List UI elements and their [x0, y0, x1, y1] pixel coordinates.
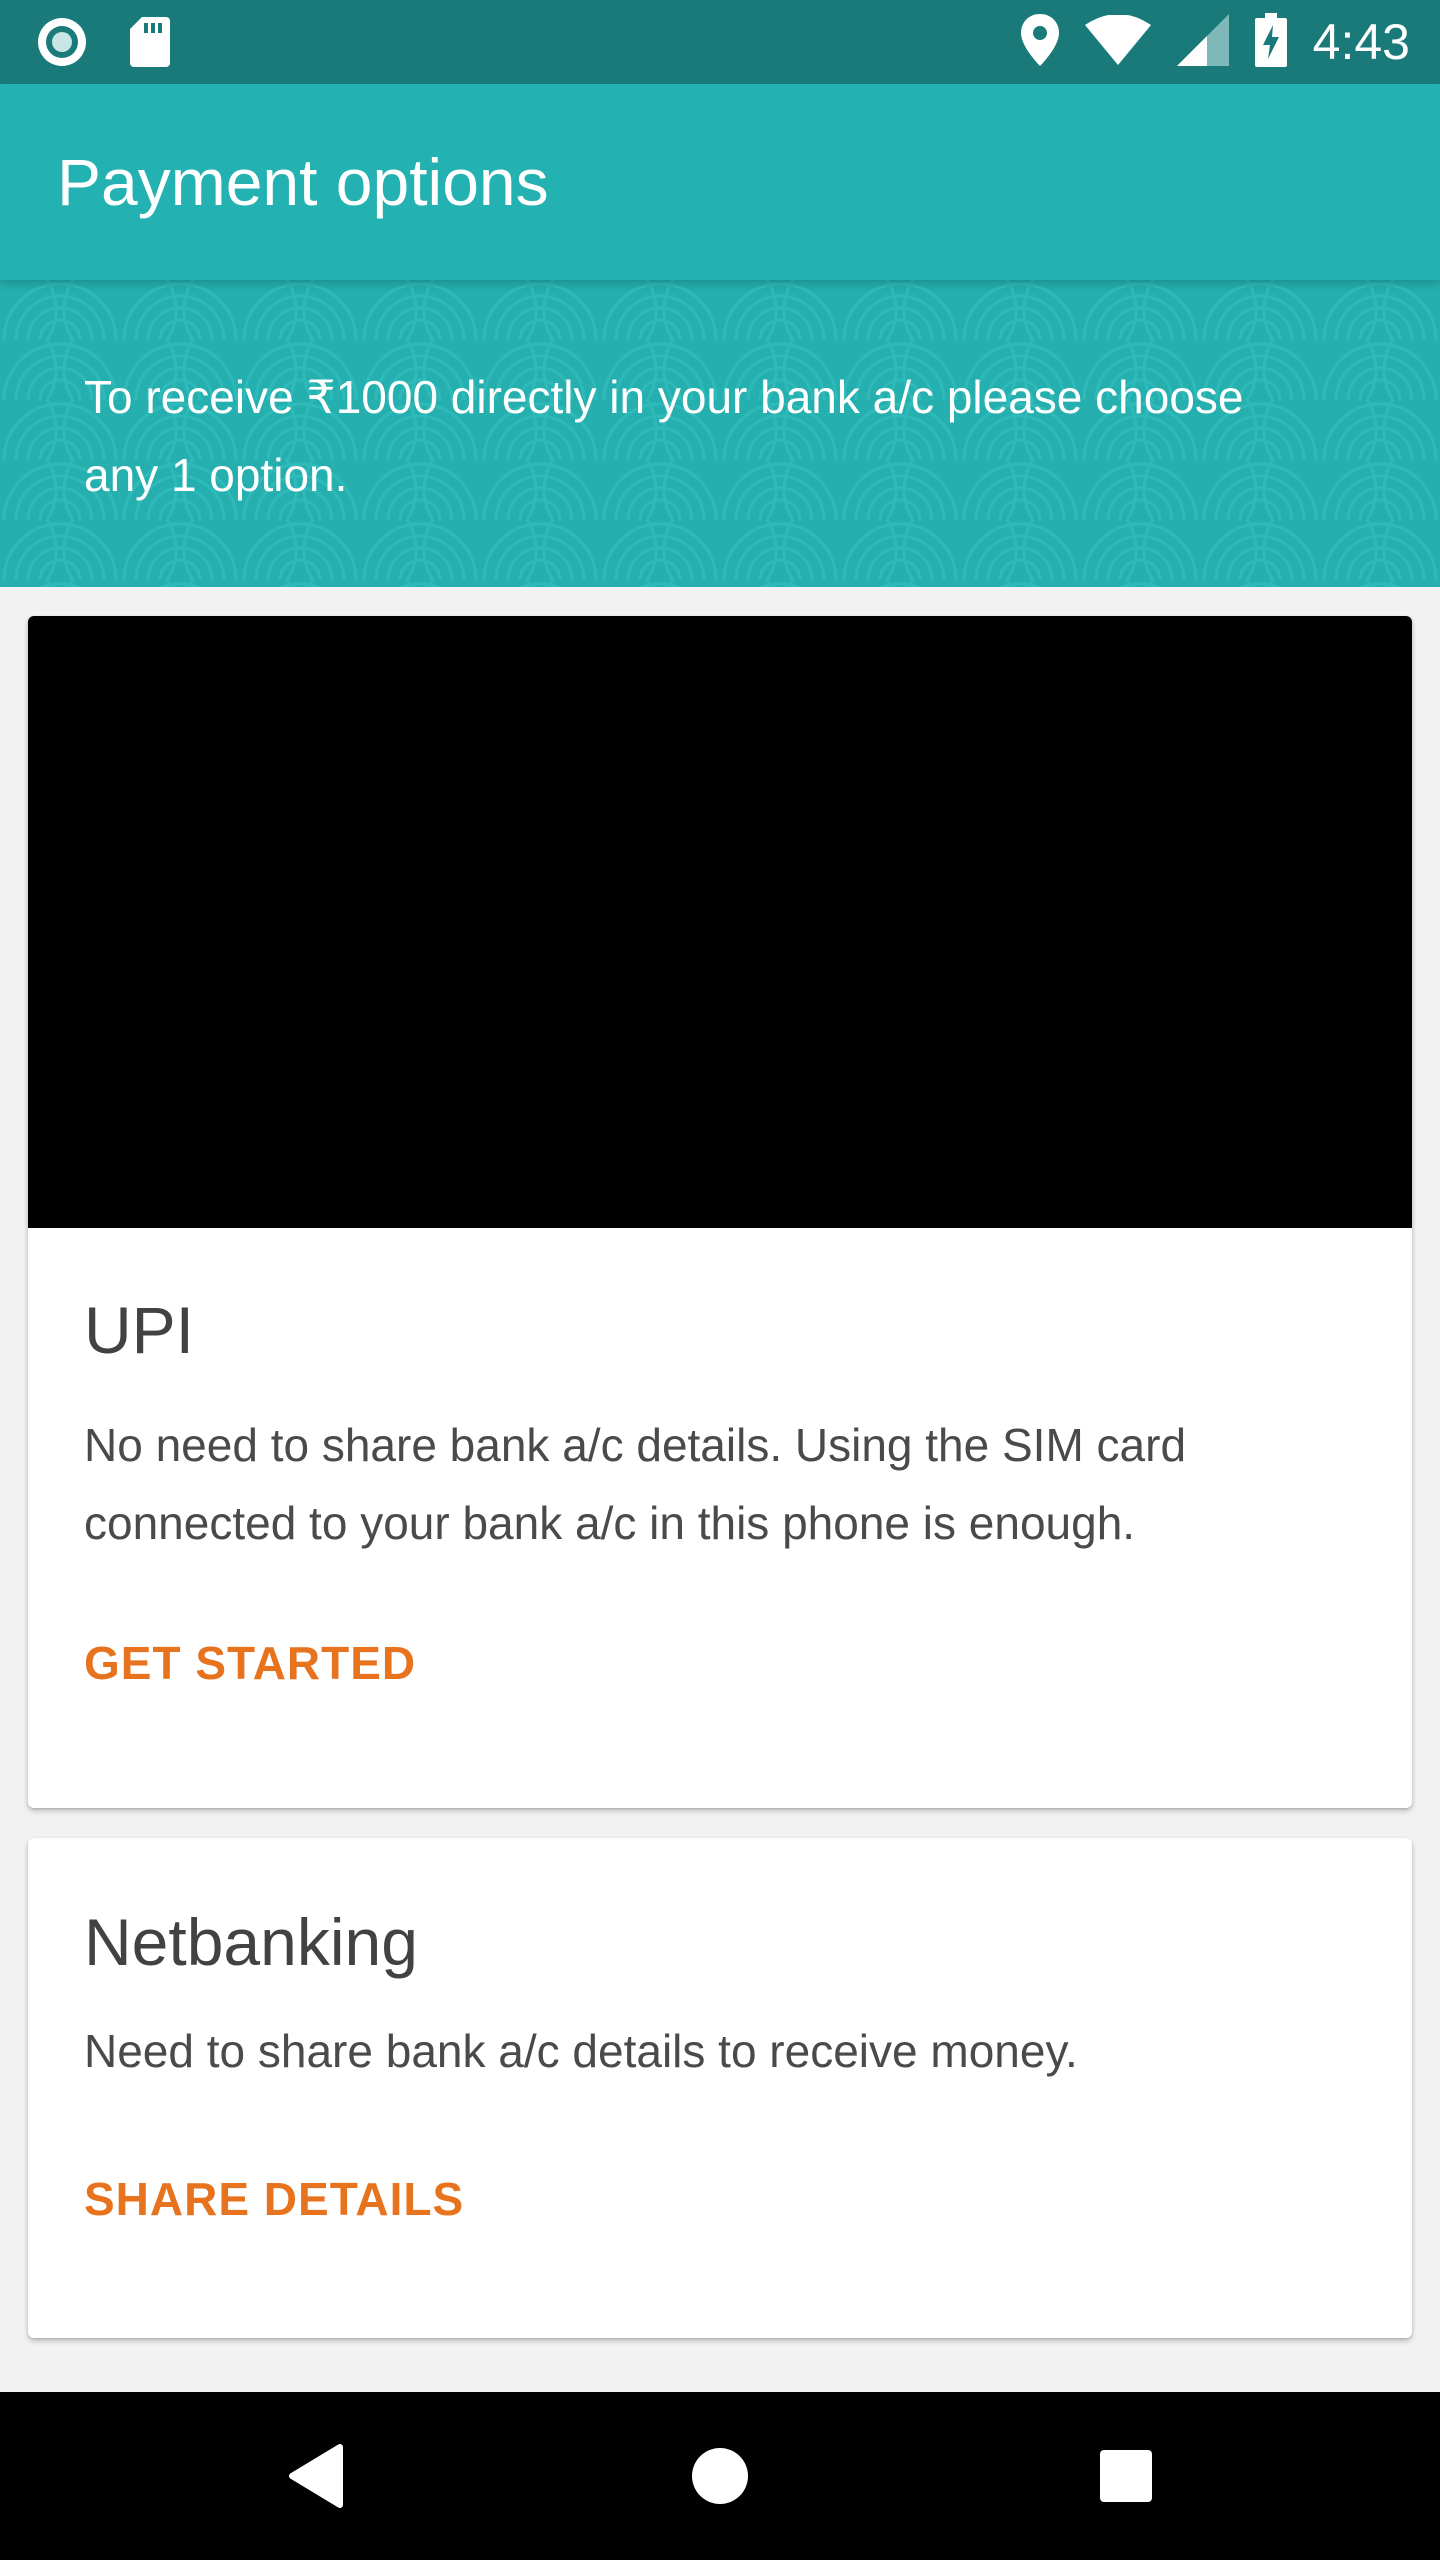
- get-started-button[interactable]: GET STARTED: [84, 1636, 416, 1690]
- recent-apps-icon: [1100, 2450, 1152, 2502]
- page-title: Payment options: [57, 145, 549, 219]
- status-time: 4:43: [1312, 14, 1410, 70]
- back-icon: [289, 2444, 343, 2508]
- netbanking-card-title: Netbanking: [84, 1905, 418, 1979]
- wifi-icon: [1084, 13, 1151, 70]
- status-bar: 4:43: [0, 0, 1440, 84]
- banner-text: To receive ₹1000 directly in your bank a…: [84, 371, 1244, 501]
- battery-charging-icon: [1254, 12, 1287, 72]
- sd-card-icon: [130, 17, 170, 72]
- signal-icon: [1176, 13, 1229, 71]
- home-button[interactable]: [680, 2436, 760, 2516]
- circle-notification-icon: [36, 16, 88, 73]
- netbanking-option-card: Netbanking Need to share bank a/c detail…: [28, 1838, 1412, 2338]
- app-bar: Payment options: [0, 84, 1440, 280]
- status-left-icons: [36, 16, 170, 73]
- system-nav-bar: [0, 2392, 1440, 2560]
- share-details-button[interactable]: SHARE DETAILS: [84, 2172, 464, 2226]
- info-banner: To receive ₹1000 directly in your bank a…: [0, 280, 1440, 587]
- back-button[interactable]: [276, 2436, 356, 2516]
- netbanking-card-description: Need to share bank a/c details to receiv…: [84, 2025, 1078, 2077]
- status-right-icons: 4:43: [1020, 10, 1410, 74]
- recent-apps-button[interactable]: [1086, 2436, 1166, 2516]
- upi-card-title: UPI: [84, 1293, 195, 1367]
- upi-option-card: UPI No need to share bank a/c details. U…: [28, 616, 1412, 1808]
- upi-card-image: [28, 616, 1412, 1228]
- upi-card-description: No need to share bank a/c details. Using…: [84, 1419, 1187, 1549]
- location-icon: [1020, 13, 1059, 71]
- home-icon: [692, 2448, 748, 2504]
